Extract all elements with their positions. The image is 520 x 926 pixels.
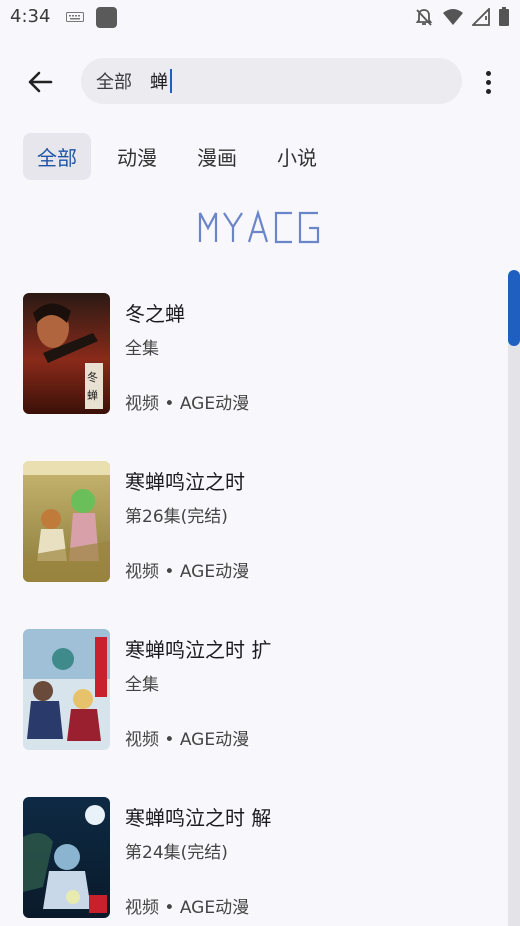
item-episode: 全集 <box>125 339 159 359</box>
item-episode: 全集 <box>125 675 159 695</box>
tab-comic[interactable]: 漫画 <box>183 133 251 180</box>
item-title: 寒蝉鸣泣之时 解 <box>125 806 272 830</box>
svg-text:蝉: 蝉 <box>87 388 98 402</box>
item-meta: 视频 • AGE动漫 <box>125 730 250 750</box>
item-meta: 视频 • AGE动漫 <box>125 898 250 918</box>
svg-text:冬: 冬 <box>87 370 98 384</box>
keyboard-icon <box>66 12 84 22</box>
search-input[interactable]: 全部 蝉 <box>81 58 462 104</box>
item-title: 寒蝉鸣泣之时 扩 <box>125 638 272 662</box>
item-title: 寒蝉鸣泣之时 <box>125 470 245 494</box>
list-item[interactable]: 冬 蝉 冬之蝉 全集 视频 • AGE动漫 <box>0 276 505 444</box>
arrow-back-icon <box>28 71 53 93</box>
search-screen: 4:34 全部 蝉 全部 动漫 漫画 小说 冬 蝉 冬之蝉 全集 视频 • AG… <box>0 0 520 926</box>
cover-image <box>23 461 110 582</box>
cover-image: 冬 蝉 <box>23 293 110 414</box>
battery-icon <box>499 7 509 26</box>
item-episode: 第24集(完结) <box>125 843 228 863</box>
tab-anime[interactable]: 动漫 <box>103 133 171 180</box>
status-icons <box>414 7 510 27</box>
more-vert-icon <box>485 70 491 76</box>
scrollbar-track[interactable] <box>508 272 520 926</box>
cover-image <box>23 629 110 750</box>
item-meta: 视频 • AGE动漫 <box>125 394 250 414</box>
myacg-logo <box>198 209 320 244</box>
category-tabs: 全部 动漫 漫画 小说 <box>23 133 331 180</box>
cover-image <box>23 797 110 918</box>
status-time: 4:34 <box>10 6 51 27</box>
list-item[interactable]: 寒蝉鸣泣之时 第26集(完结) 视频 • AGE动漫 <box>0 444 505 612</box>
notifications-off-icon <box>415 9 433 26</box>
app-notification-icon <box>96 7 117 28</box>
item-episode: 第26集(完结) <box>125 507 228 527</box>
wifi-icon <box>443 9 463 25</box>
text-cursor <box>170 69 172 93</box>
search-query-text: 蝉 <box>150 72 168 93</box>
search-results-list: 冬 蝉 冬之蝉 全集 视频 • AGE动漫 寒蝉鸣泣之时 第26集(完结) 视频… <box>0 276 505 926</box>
more-options-button[interactable] <box>476 62 500 102</box>
scrollbar-thumb[interactable] <box>508 270 520 346</box>
list-item[interactable]: 寒蝉鸣泣之时 扩 全集 视频 • AGE动漫 <box>0 612 505 780</box>
back-button[interactable] <box>20 62 60 102</box>
list-item[interactable]: 寒蝉鸣泣之时 解 第24集(完结) 视频 • AGE动漫 <box>0 780 505 926</box>
tab-novel[interactable]: 小说 <box>263 133 331 180</box>
item-meta: 视频 • AGE动漫 <box>125 562 250 582</box>
signal-icon <box>472 8 490 26</box>
status-bar: 4:34 <box>0 0 520 36</box>
search-category-label: 全部 <box>96 72 132 93</box>
tab-all[interactable]: 全部 <box>23 133 91 180</box>
item-title: 冬之蝉 <box>125 302 185 326</box>
